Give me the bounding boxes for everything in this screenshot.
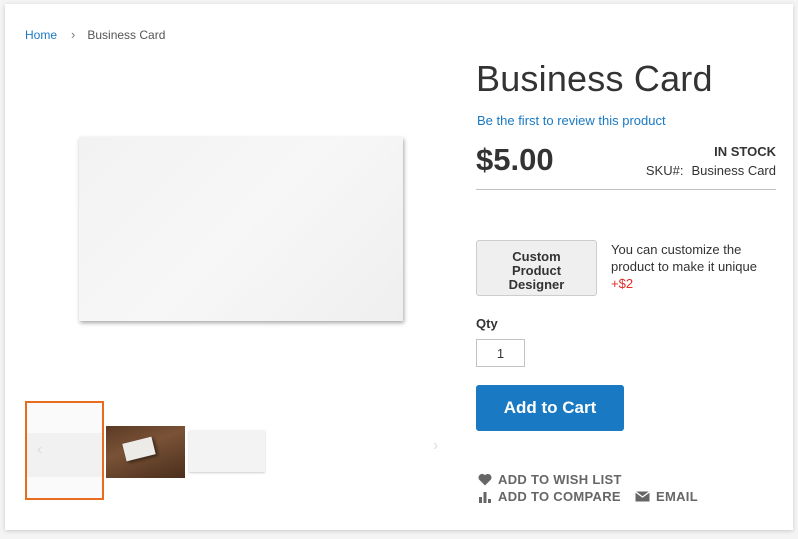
product-price: $5.00: [476, 142, 554, 177]
sku-label: SKU#:: [645, 163, 684, 178]
breadcrumb-home-link[interactable]: Home: [25, 28, 57, 42]
sku-value: Business Card: [691, 163, 776, 178]
qty-input[interactable]: [476, 339, 525, 367]
review-link[interactable]: Be the first to review this product: [477, 113, 666, 128]
designer-note: You can customize the product to make it…: [611, 241, 781, 292]
add-to-wishlist-link[interactable]: Add to Wish List: [478, 472, 622, 487]
designer-button-label-line2: Product: [511, 263, 562, 278]
heart-icon: [478, 473, 492, 486]
divider: [476, 189, 776, 190]
thumbnail-2[interactable]: [106, 426, 185, 478]
breadcrumb-current: Business Card: [87, 27, 166, 42]
sku: SKU#: Business Card: [646, 163, 776, 178]
add-to-wishlist-label: Add to Wish List: [498, 472, 622, 487]
email-link[interactable]: Email: [635, 489, 698, 504]
thumbnail-1-active[interactable]: ‹: [25, 401, 104, 500]
chevron-right-icon: ›: [71, 27, 76, 42]
add-to-compare-label: Add to Compare: [498, 489, 621, 504]
designer-button-label-line3: Designer: [508, 277, 565, 292]
add-to-cart-button[interactable]: Add to Cart: [476, 385, 624, 431]
chevron-left-icon[interactable]: ‹: [37, 441, 42, 459]
bar-chart-icon: [479, 491, 491, 503]
designer-button-label-line1: Custom: [512, 249, 561, 264]
designer-note-text: You can customize the product to make it…: [611, 242, 757, 274]
product-title: Business Card: [476, 58, 713, 99]
thumbnail-3[interactable]: [189, 430, 265, 472]
breadcrumb: Home › Business Card: [25, 27, 165, 42]
main-product-image[interactable]: [79, 137, 403, 321]
add-to-compare-link[interactable]: Add to Compare: [478, 489, 621, 504]
envelope-icon: [635, 491, 650, 502]
qty-label: Qty: [476, 316, 498, 331]
designer-price-add: +$2: [611, 276, 634, 291]
stock-status: IN STOCK: [714, 144, 776, 159]
custom-product-designer-button[interactable]: Custom Product Designer: [476, 240, 597, 296]
product-page: Home › Business Card ‹ › Business Card B…: [5, 4, 793, 530]
email-label: Email: [656, 489, 698, 504]
chevron-right-icon[interactable]: ›: [433, 437, 438, 455]
thumbnail-2-card-image: [122, 436, 156, 462]
